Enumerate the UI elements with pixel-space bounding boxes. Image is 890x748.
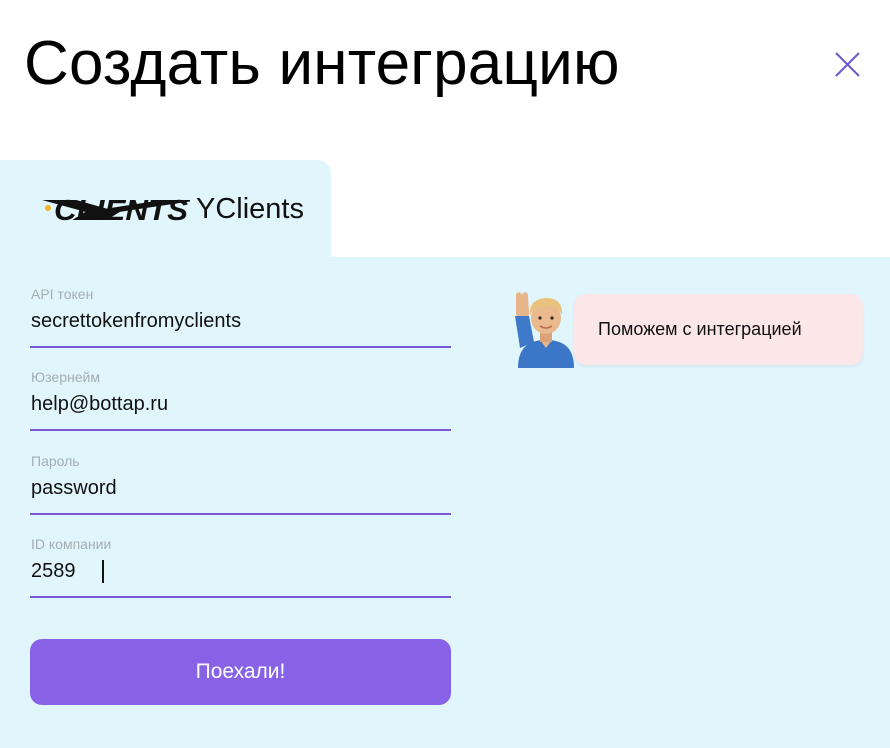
close-button[interactable]: [826, 44, 870, 88]
username-field: Юзернейм: [30, 368, 451, 438]
password-label: Пароль: [31, 453, 80, 469]
password-input[interactable]: [30, 473, 451, 503]
username-label: Юзернейм: [31, 369, 100, 385]
username-input[interactable]: [30, 389, 451, 419]
api-token-label: API токен: [31, 286, 94, 302]
text-caret: [102, 560, 104, 583]
company-id-underline: [30, 596, 451, 598]
company-id-label: ID компании: [31, 536, 112, 552]
close-icon: [835, 52, 860, 77]
waving-person-icon: [510, 290, 576, 368]
api-token-input[interactable]: [30, 306, 451, 336]
password-field: Пароль: [30, 452, 451, 522]
api-token-underline: [30, 346, 451, 348]
dialog-title: Создать интеграцию: [24, 29, 620, 98]
company-id-field: ID компании: [30, 535, 451, 605]
tab-label: YClients: [196, 193, 304, 225]
password-underline: [30, 513, 451, 515]
company-id-input[interactable]: [30, 556, 451, 586]
help-bubble[interactable]: Поможем с интеграцией: [574, 294, 863, 365]
yclients-logo: Y CLIENTS: [22, 192, 190, 226]
username-underline: [30, 429, 451, 431]
svg-text:CLIENTS: CLIENTS: [54, 195, 189, 226]
submit-button[interactable]: Поехали!: [30, 639, 451, 705]
api-token-field: API токен: [30, 285, 451, 355]
help-text: Поможем с интеграцией: [598, 319, 802, 339]
